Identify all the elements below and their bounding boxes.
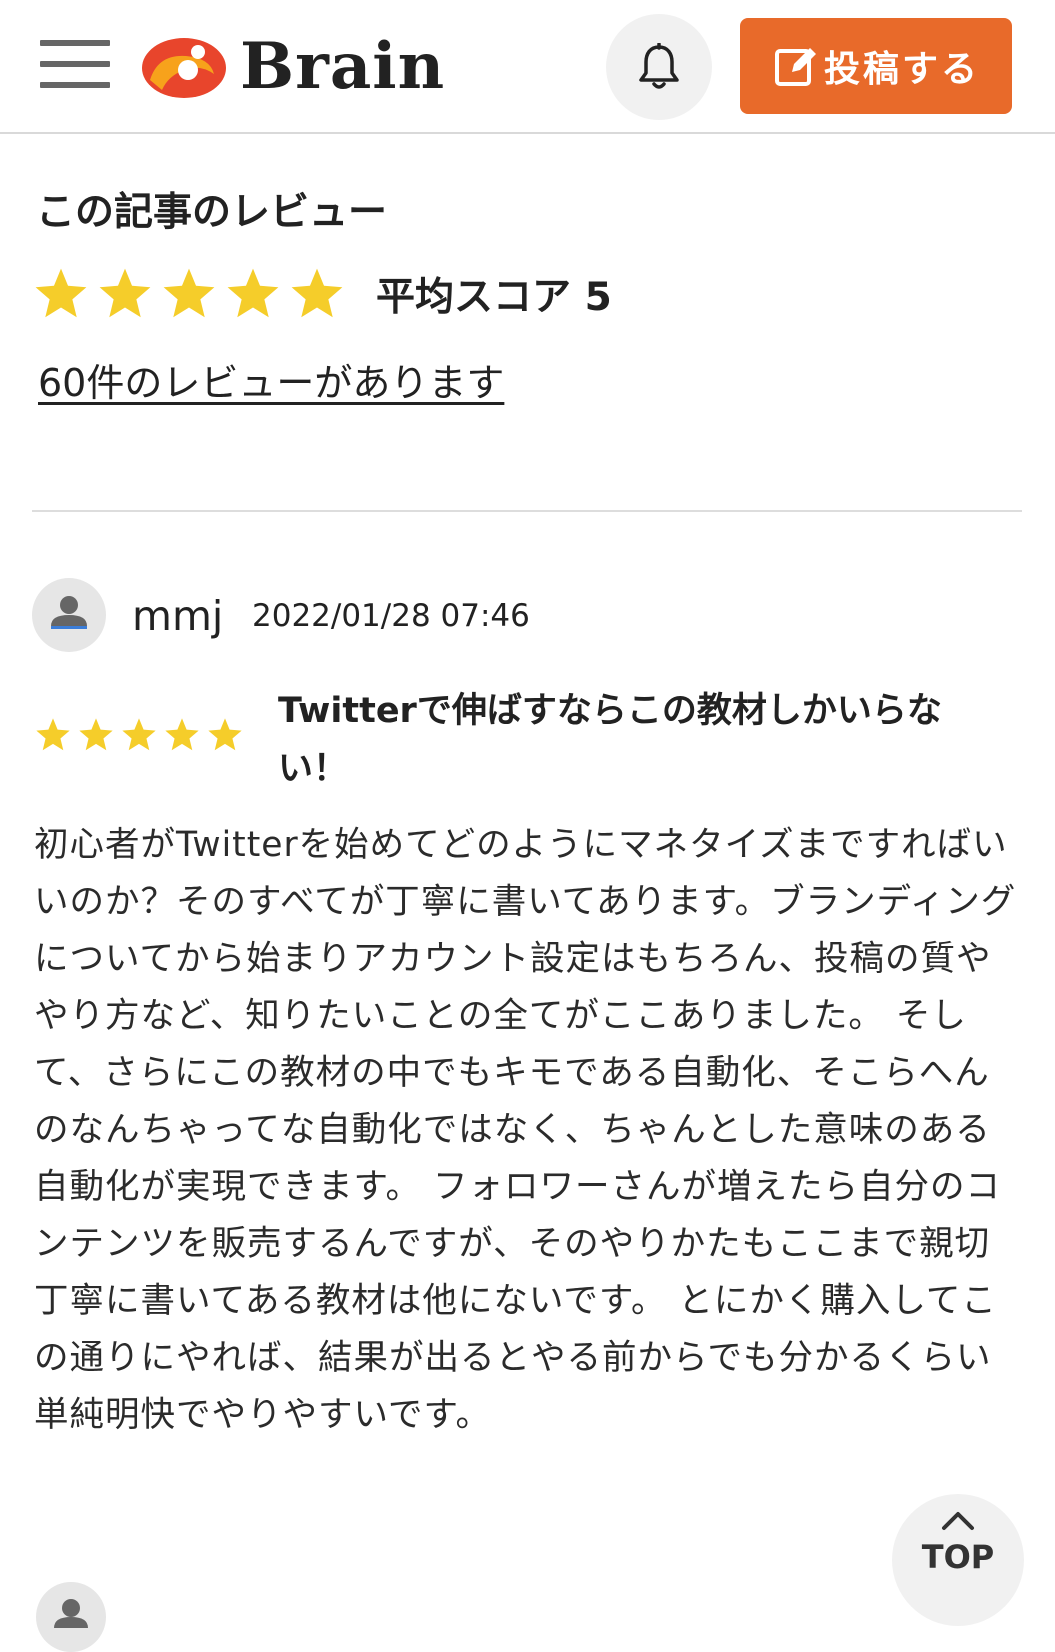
star-icon	[36, 718, 70, 751]
star-icon	[208, 718, 242, 751]
review-count-link[interactable]: 60件のレビューがあります	[38, 356, 504, 410]
section-title: この記事のレビュー	[36, 190, 388, 235]
back-to-top-button[interactable]: TOP	[892, 1494, 1024, 1626]
username[interactable]: mmj	[132, 588, 223, 644]
brain-logo-icon	[142, 38, 226, 98]
notification-button[interactable]	[606, 14, 712, 120]
review-body: 初心者がTwitterを始めてどのようにマネタイズまですればいいのか？そのすべて…	[34, 825, 1017, 1435]
star-icon	[35, 268, 87, 318]
divider	[32, 510, 1022, 512]
brain-logo[interactable]: Brain	[140, 32, 445, 102]
bell-icon	[639, 43, 679, 89]
star-icon	[165, 718, 199, 751]
average-rating: 平均スコア 5	[32, 262, 612, 326]
post-button-label: 投稿する	[823, 49, 980, 90]
user-icon	[51, 596, 87, 629]
post-button[interactable]: 投稿する	[740, 18, 1012, 114]
avatar[interactable]	[36, 1582, 106, 1652]
average-score: 平均スコア 5	[376, 275, 612, 320]
review-title: Twitterで伸ばすならこの教材しかいらない！	[278, 691, 942, 789]
rating-stars	[32, 265, 352, 323]
edit-icon	[774, 48, 816, 86]
avatar[interactable]	[32, 578, 106, 652]
star-icon	[99, 268, 151, 318]
review-rating-stars	[34, 716, 249, 754]
header: Brain 投稿する	[0, 0, 1055, 134]
back-to-top-label: TOP	[921, 1538, 995, 1576]
star-icon	[79, 718, 113, 751]
star-icon	[227, 268, 279, 318]
user-icon	[54, 1599, 88, 1628]
chevron-up-icon	[942, 1512, 974, 1530]
logo-text: Brain	[240, 29, 446, 104]
review-date: 2022/01/28 07:46	[252, 598, 530, 634]
star-icon	[163, 268, 215, 318]
star-icon	[122, 718, 156, 751]
hamburger-menu-icon[interactable]	[40, 40, 110, 90]
star-icon	[291, 268, 343, 318]
